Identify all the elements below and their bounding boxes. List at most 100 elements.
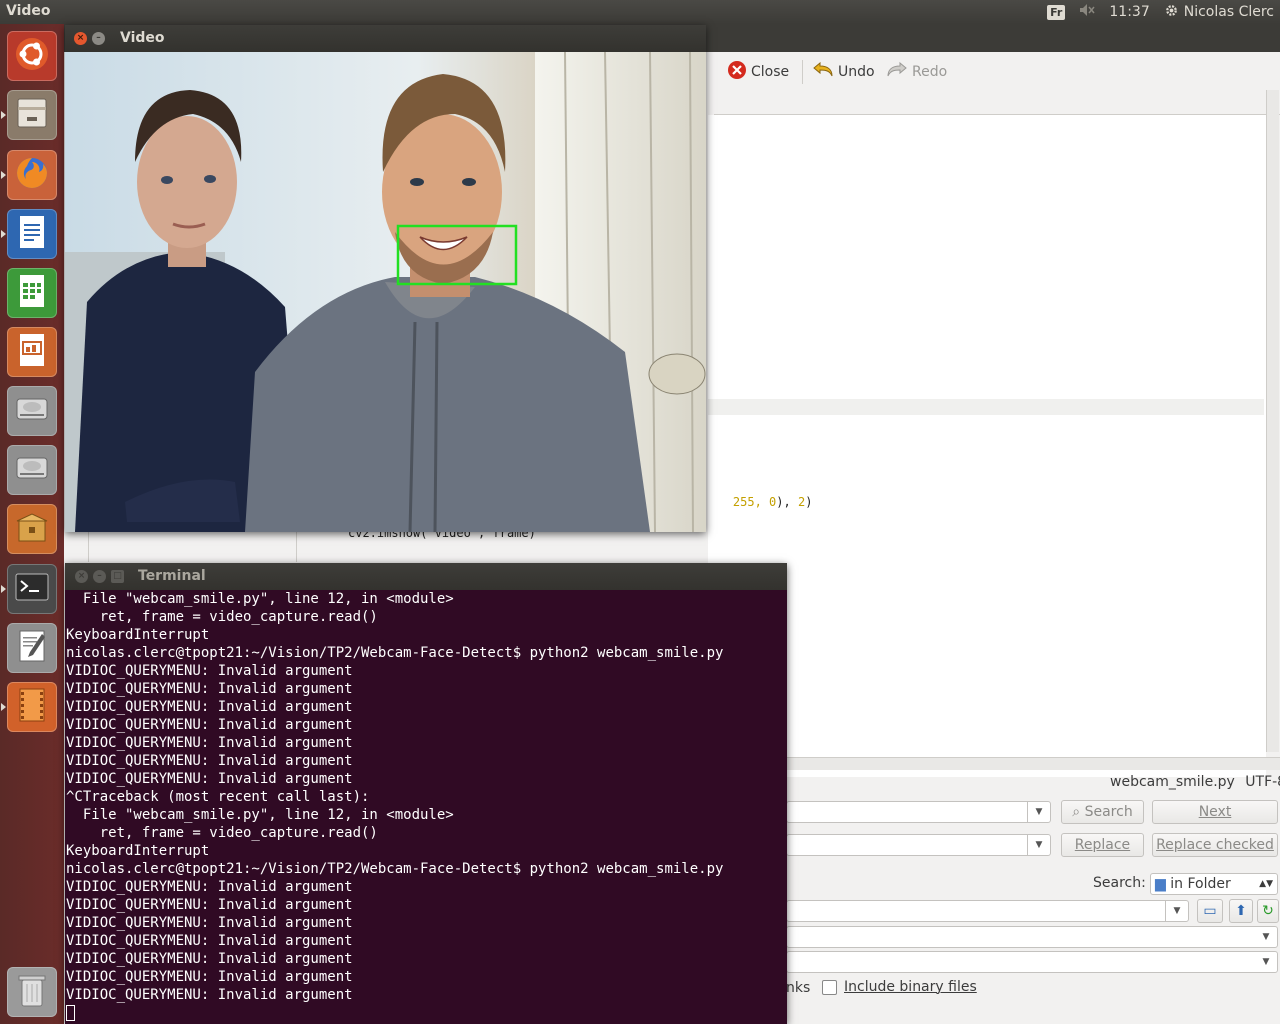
undo-icon — [812, 60, 834, 84]
launcher — [0, 24, 65, 1024]
terminal-line: File "webcam_smile.py", line 12, in <mod… — [66, 591, 454, 607]
window-close-icon[interactable]: × — [74, 32, 87, 45]
hard-drive-icon — [12, 389, 52, 433]
editor-horizontal-scrollbar[interactable] — [786, 757, 1280, 770]
search-scope-label: Search: — [1093, 875, 1146, 891]
text-editor-icon — [12, 626, 52, 670]
launcher-item-trash[interactable] — [7, 967, 57, 1017]
redo-icon — [886, 60, 908, 84]
arrow-up-icon: ⬆ — [1235, 903, 1247, 919]
user-name: Nicolas Clerc — [1183, 4, 1274, 20]
undo-button[interactable]: Undo — [812, 60, 875, 84]
status-encoding[interactable]: UTF-8 — [1245, 774, 1280, 790]
terminal-line: VIDIOC_QUERYMENU: Invalid argument — [66, 951, 353, 967]
terminal-line: VIDIOC_QUERYMENU: Invalid argument — [66, 663, 353, 679]
session-menu[interactable]: Nicolas Clerc — [1164, 3, 1274, 22]
replace-input[interactable]: ▼ — [786, 834, 1051, 856]
status-filename: webcam_smile.py — [1110, 774, 1235, 790]
window-close-icon[interactable]: × — [75, 570, 88, 583]
browse-folder-button[interactable]: ▭ — [1197, 899, 1223, 923]
spreadsheet-icon — [12, 271, 52, 315]
terminal-line: VIDIOC_QUERYMENU: Invalid argument — [66, 753, 353, 769]
find-input[interactable]: ▼ — [786, 801, 1051, 823]
launcher-item-terminal[interactable] — [7, 564, 57, 614]
redo-button[interactable]: Redo — [886, 60, 947, 84]
close-icon — [727, 60, 747, 84]
launcher-item-calc[interactable] — [7, 268, 57, 318]
launcher-item-drive-1[interactable] — [7, 386, 57, 436]
include-binary-checkbox[interactable] — [822, 980, 837, 995]
parent-folder-button[interactable]: ⬆ — [1229, 899, 1253, 923]
terminal-prompt-line[interactable] — [66, 1004, 786, 1022]
package-icon — [12, 507, 52, 551]
extra-options-input[interactable]: ▼ — [786, 951, 1278, 973]
search-button[interactable]: ⌕ Search — [1061, 800, 1144, 824]
terminal-line: VIDIOC_QUERYMENU: Invalid argument — [66, 897, 353, 913]
trash-icon — [12, 970, 52, 1014]
terminal-line: VIDIOC_QUERYMENU: Invalid argument — [66, 933, 353, 949]
reload-button[interactable]: ↻ — [1257, 899, 1279, 923]
editor-statusbar: webcam_smile.py UTF-8 — [1110, 774, 1280, 790]
video-window-titlebar[interactable]: × – Video — [65, 25, 706, 52]
folder-path-input[interactable]: ▼ — [786, 900, 1189, 922]
editor-document[interactable] — [708, 115, 1266, 777]
terminal-line: VIDIOC_QUERYMENU: Invalid argument — [66, 735, 353, 751]
close-button[interactable]: Close — [727, 60, 789, 84]
video-window: × – Video — [65, 25, 706, 532]
refresh-icon: ↻ — [1262, 903, 1274, 919]
launcher-item-files[interactable] — [7, 90, 57, 140]
terminal-line: KeyboardInterrupt — [66, 627, 210, 643]
terminal-title: Terminal — [138, 568, 206, 584]
file-pattern-input[interactable]: ▼ — [786, 926, 1278, 948]
keyboard-layout-indicator[interactable]: Fr — [1047, 4, 1066, 20]
terminal-line: KeyboardInterrupt — [66, 843, 210, 859]
editor-toolbar — [714, 52, 1280, 115]
search-scope-select[interactable]: ▆ in Folder ▲▼ — [1150, 873, 1278, 895]
launcher-item-text-editor[interactable] — [7, 623, 57, 673]
launcher-item-firefox[interactable] — [7, 150, 57, 200]
file-cabinet-icon — [12, 93, 52, 137]
terminal-line: VIDIOC_QUERYMENU: Invalid argument — [66, 717, 353, 733]
terminal-titlebar[interactable]: × – □ Terminal — [65, 563, 787, 590]
code-line-rectangle: 255, 0), 2) — [732, 495, 813, 509]
launcher-item-software-center[interactable] — [7, 504, 57, 554]
terminal-window: × – □ Terminal File "webcam_smile.py", l… — [65, 563, 787, 1024]
launcher-item-writer[interactable] — [7, 209, 57, 259]
terminal-line: ret, frame = video_capture.read() — [66, 825, 378, 841]
launcher-item-dash[interactable] — [7, 31, 57, 81]
ubuntu-logo-icon — [12, 34, 52, 78]
current-line-highlight — [708, 399, 1264, 415]
film-icon — [12, 685, 52, 729]
include-binary-label: Include binary files — [844, 979, 977, 995]
document-icon — [12, 212, 52, 256]
launcher-item-drive-2[interactable] — [7, 445, 57, 495]
launcher-item-video-player[interactable] — [7, 682, 57, 732]
presentation-icon — [12, 330, 52, 374]
window-maximize-icon[interactable]: □ — [111, 570, 124, 583]
terminal-line: nicolas.clerc@tpopt21:~/Vision/TP2/Webca… — [66, 645, 724, 661]
terminal-line: VIDIOC_QUERYMENU: Invalid argument — [66, 879, 353, 895]
terminal-line: VIDIOC_QUERYMENU: Invalid argument — [66, 699, 353, 715]
terminal-output[interactable]: File "webcam_smile.py", line 12, in <mod… — [66, 590, 786, 1024]
next-button[interactable]: Next — [1152, 800, 1278, 824]
launcher-item-impress[interactable] — [7, 327, 57, 377]
window-minimize-icon[interactable]: – — [92, 32, 105, 45]
system-tray: Fr 11:37 Nicolas Clerc — [1047, 0, 1274, 24]
terminal-icon — [12, 567, 52, 611]
replace-button[interactable]: Replace — [1061, 833, 1144, 857]
editor-vertical-scrollbar[interactable] — [1266, 90, 1279, 752]
folder-icon: ▆ — [1155, 876, 1166, 892]
gear-icon — [1164, 3, 1179, 22]
terminal-line: VIDIOC_QUERYMENU: Invalid argument — [66, 969, 353, 985]
clock[interactable]: 11:37 — [1109, 4, 1149, 20]
top-panel: Video Fr 11:37 Nicolas Clerc — [0, 0, 1280, 24]
terminal-line: VIDIOC_QUERYMENU: Invalid argument — [66, 681, 353, 697]
speaker-muted-icon[interactable] — [1079, 3, 1095, 21]
firefox-icon — [12, 153, 52, 197]
active-app-title: Video — [6, 3, 51, 19]
window-minimize-icon[interactable]: – — [93, 570, 106, 583]
terminal-line: ret, frame = video_capture.read() — [66, 609, 378, 625]
replace-checked-button[interactable]: Replace checked — [1152, 833, 1278, 857]
terminal-line: ^CTraceback (most recent call last): — [66, 789, 370, 805]
folder-open-icon: ▭ — [1203, 903, 1217, 919]
